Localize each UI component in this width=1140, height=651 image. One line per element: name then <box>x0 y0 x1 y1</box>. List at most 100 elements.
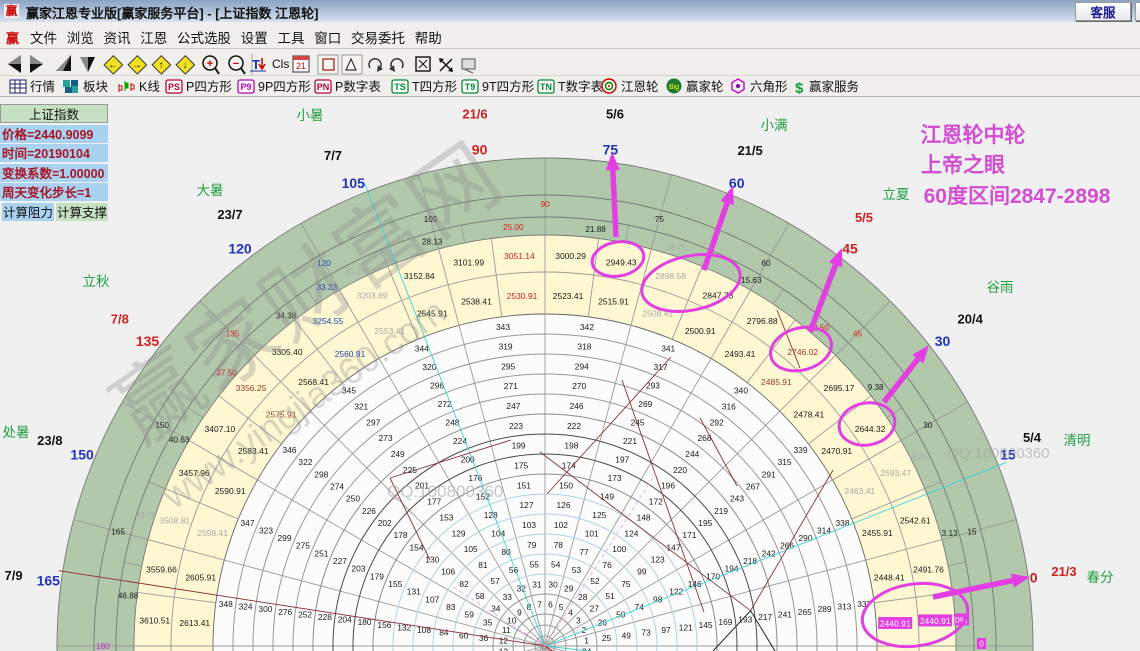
svg-text:153: 153 <box>439 513 453 523</box>
svg-text:21.88: 21.88 <box>585 225 606 234</box>
svg-text:2949.43: 2949.43 <box>606 258 637 268</box>
svg-text:75: 75 <box>655 215 665 224</box>
svg-text:300: 300 <box>258 604 272 614</box>
svg-text:294: 294 <box>575 361 589 371</box>
svg-text:106: 106 <box>441 567 455 577</box>
svg-text:赢家服务: 赢家服务 <box>809 79 859 94</box>
svg-text:小暑: 小暑 <box>297 108 324 123</box>
svg-text:34: 34 <box>491 603 501 613</box>
svg-text:77: 77 <box>579 547 589 557</box>
svg-text:13: 13 <box>499 647 509 651</box>
svg-text:318: 318 <box>577 342 591 352</box>
svg-text:194: 194 <box>725 564 739 574</box>
svg-text:23/8: 23/8 <box>37 433 62 448</box>
svg-text:30: 30 <box>923 421 933 430</box>
svg-text:217: 217 <box>758 612 772 622</box>
svg-text:板块: 板块 <box>83 80 109 94</box>
svg-text:59: 59 <box>465 610 475 620</box>
svg-text:江恩轮: 江恩轮 <box>621 80 659 94</box>
svg-text:6: 6 <box>548 599 553 609</box>
svg-text:297: 297 <box>366 417 380 427</box>
svg-text:251: 251 <box>314 548 328 558</box>
svg-text:220: 220 <box>673 465 687 475</box>
svg-text:104: 104 <box>491 528 505 538</box>
svg-text:3051.14: 3051.14 <box>504 251 535 261</box>
svg-text:30: 30 <box>548 580 558 590</box>
svg-text:339: 339 <box>794 445 808 455</box>
svg-text:313: 313 <box>837 602 851 612</box>
svg-text:247: 247 <box>506 401 520 411</box>
svg-text:9.38: 9.38 <box>868 383 884 392</box>
svg-text:3000.29: 3000.29 <box>555 251 586 261</box>
svg-text:175: 175 <box>514 461 528 471</box>
svg-text:222: 222 <box>567 421 581 431</box>
svg-text:121: 121 <box>679 623 693 633</box>
svg-text:9: 9 <box>517 608 522 618</box>
svg-text:346: 346 <box>283 445 297 455</box>
svg-text:大暑: 大暑 <box>197 183 224 198</box>
svg-text:21/5: 21/5 <box>737 143 762 158</box>
svg-text:Cls: Cls <box>272 57 289 71</box>
svg-text:291: 291 <box>762 469 776 479</box>
svg-text:谷雨: 谷雨 <box>987 280 1014 295</box>
svg-text:27: 27 <box>590 603 600 613</box>
svg-text:246: 246 <box>570 401 584 411</box>
svg-text:23/7: 23/7 <box>217 207 242 222</box>
svg-text:120: 120 <box>228 241 252 257</box>
svg-text:324: 324 <box>239 602 253 612</box>
svg-text:54: 54 <box>551 560 561 570</box>
svg-text:处暑: 处暑 <box>3 425 30 440</box>
svg-text:107: 107 <box>425 594 439 604</box>
svg-text:↓: ↓ <box>183 60 188 71</box>
svg-text:178: 178 <box>394 530 408 540</box>
svg-text:7/7: 7/7 <box>324 148 342 163</box>
svg-text:343: 343 <box>496 322 510 332</box>
svg-text:78: 78 <box>554 540 564 550</box>
svg-text:57: 57 <box>490 576 500 586</box>
svg-text:150: 150 <box>70 446 94 462</box>
svg-text:6.25: 6.25 <box>912 453 928 462</box>
svg-text:125: 125 <box>592 510 606 520</box>
svg-text:271: 271 <box>504 381 518 391</box>
svg-text:1: 1 <box>584 636 589 646</box>
svg-text:3101.99: 3101.99 <box>453 258 484 268</box>
svg-text:340: 340 <box>734 386 748 396</box>
svg-text:P数字表: P数字表 <box>335 79 381 94</box>
svg-text:322: 322 <box>298 457 312 467</box>
svg-text:131: 131 <box>407 587 421 597</box>
svg-text:198: 198 <box>564 441 578 451</box>
svg-text:25: 25 <box>602 633 612 643</box>
svg-text:200: 200 <box>461 454 475 464</box>
svg-text:124: 124 <box>624 528 638 538</box>
svg-text:2485.91: 2485.91 <box>761 377 792 387</box>
svg-text:221: 221 <box>623 436 637 446</box>
svg-text:49: 49 <box>622 630 632 640</box>
svg-text:18.75: 18.75 <box>666 243 687 252</box>
svg-text:81: 81 <box>478 560 488 570</box>
svg-text:2605.91: 2605.91 <box>185 573 216 583</box>
svg-text:2796.88: 2796.88 <box>747 316 778 326</box>
svg-text:2523.41: 2523.41 <box>553 291 584 301</box>
svg-text:小满: 小满 <box>761 118 788 133</box>
svg-text:270: 270 <box>572 381 586 391</box>
svg-text:292: 292 <box>710 417 724 427</box>
svg-text:347: 347 <box>241 518 255 528</box>
svg-text:150: 150 <box>559 480 573 490</box>
svg-text:31: 31 <box>532 580 542 590</box>
svg-text:30: 30 <box>935 333 951 349</box>
svg-text:323: 323 <box>259 525 273 535</box>
svg-text:250: 250 <box>346 494 360 504</box>
svg-text:165: 165 <box>37 573 61 589</box>
svg-text:73: 73 <box>641 628 651 638</box>
svg-text:179: 179 <box>370 571 384 581</box>
svg-text:60: 60 <box>761 259 771 268</box>
svg-text:20/4: 20/4 <box>958 312 984 327</box>
svg-text:265: 265 <box>798 607 812 617</box>
svg-text:103: 103 <box>522 520 536 530</box>
svg-text:228: 228 <box>318 612 332 622</box>
svg-text:3: 3 <box>576 615 581 625</box>
svg-text:9T四方形: 9T四方形 <box>482 79 535 94</box>
svg-text:53: 53 <box>572 565 582 575</box>
svg-text:129: 129 <box>452 528 466 538</box>
svg-text:2593.47: 2593.47 <box>880 468 911 478</box>
